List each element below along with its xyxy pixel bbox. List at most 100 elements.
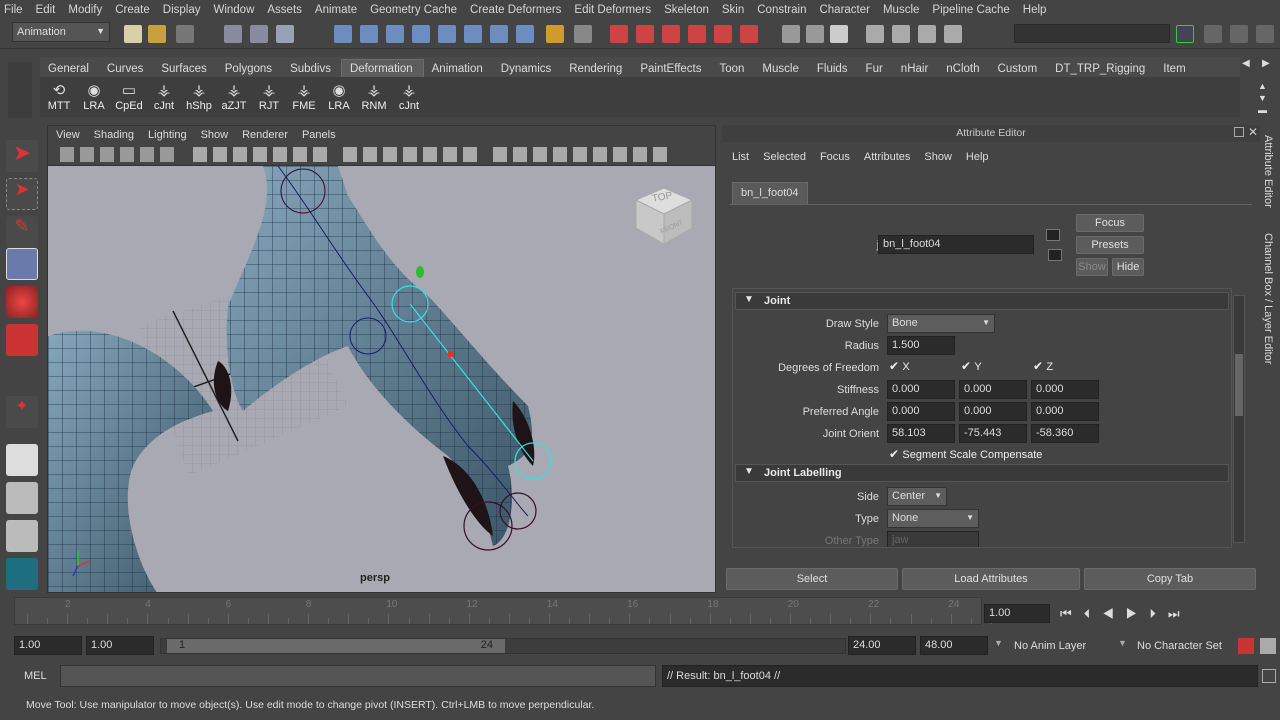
- chevron-left-icon[interactable]: ◀: [1242, 58, 1256, 74]
- ipr-icon[interactable]: [918, 25, 936, 43]
- toggle-sidebar-icon[interactable]: [1176, 25, 1194, 43]
- shelf-tab-curves[interactable]: Curves: [99, 60, 153, 77]
- scale-tool-icon[interactable]: [6, 324, 38, 356]
- select-component-icon[interactable]: [276, 25, 294, 43]
- playback-end-field[interactable]: 24.00: [848, 636, 916, 655]
- stiffness-z-field[interactable]: 0.000: [1031, 380, 1099, 399]
- attribute-editor-icon[interactable]: [1204, 25, 1222, 43]
- attribute-scroll-area[interactable]: ▼ Joint Draw Style Bone ▼ Radius 1.500 Deg…: [732, 288, 1232, 548]
- node-tab[interactable]: bn_l_foot04: [732, 182, 808, 204]
- joint-orient-z-field[interactable]: -58.360: [1031, 424, 1099, 443]
- preferences-icon[interactable]: [1260, 638, 1276, 654]
- snap-point-icon[interactable]: [386, 25, 404, 43]
- select-button[interactable]: Select: [726, 568, 898, 590]
- joint-labelling-section-header[interactable]: ▼ Joint Labelling: [735, 464, 1229, 482]
- show-button[interactable]: Show: [1076, 258, 1108, 276]
- playback-controls[interactable]: ⏮⏴◀▶⏵⏭: [1060, 606, 1276, 624]
- auto-key-icon[interactable]: [1238, 638, 1254, 654]
- playback-start-field[interactable]: 1.00: [86, 636, 154, 655]
- menu-set-dropdown[interactable]: Animation ▼: [12, 22, 110, 42]
- draw-style-dropdown[interactable]: Bone ▼: [887, 314, 995, 333]
- menu-edit[interactable]: Edit: [36, 4, 56, 16]
- shelf-button-rjt[interactable]: ⚶ RJT: [254, 82, 284, 116]
- select-tool-icon[interactable]: ➤: [6, 140, 38, 172]
- dof-z-checkbox[interactable]: ✔ Z: [1033, 359, 1053, 373]
- menu-create-deformers[interactable]: Create Deformers: [470, 4, 561, 16]
- menu-animate[interactable]: Animate: [315, 4, 357, 16]
- radius-field[interactable]: 1.500: [887, 336, 955, 355]
- character-set-dropdown[interactable]: No Character Set: [1137, 640, 1222, 652]
- ae-menu-show[interactable]: Show: [924, 151, 952, 163]
- script-editor-icon[interactable]: [1262, 669, 1276, 683]
- range-track[interactable]: 1 24: [160, 638, 846, 654]
- save-scene-icon[interactable]: [176, 25, 194, 43]
- shelf-button-fme[interactable]: ⚶ FME: [289, 82, 319, 116]
- move-manipulator[interactable]: [448, 351, 454, 357]
- viewport-panel[interactable]: View Shading Lighting Show Renderer Panels: [47, 125, 716, 593]
- shelf-tab-ncloth[interactable]: nCloth: [938, 60, 989, 77]
- shelf-button-cjnt[interactable]: ⚶ cJnt: [394, 82, 424, 116]
- viewport-menu-renderer[interactable]: Renderer: [242, 129, 288, 141]
- snap-magnet-icon[interactable]: [610, 25, 628, 43]
- menu-pipeline-cache[interactable]: Pipeline Cache: [932, 4, 1009, 16]
- chevron-down-icon[interactable]: ▼: [1118, 638, 1127, 648]
- rotate-tool-icon[interactable]: [6, 286, 38, 318]
- attribute-editor-side-tab[interactable]: Attribute Editor: [1262, 135, 1274, 208]
- single-pane-layout-icon[interactable]: [6, 444, 38, 476]
- manipulator-tool-icon[interactable]: ✦: [6, 396, 38, 428]
- render-icon[interactable]: [806, 25, 824, 43]
- viewport-menu-show[interactable]: Show: [201, 129, 229, 141]
- snap-magnet-icon[interactable]: [636, 25, 654, 43]
- shelf-tab-rendering[interactable]: Rendering: [561, 60, 632, 77]
- shading-mode-icons[interactable]: [343, 147, 483, 162]
- menu-file[interactable]: File: [4, 4, 23, 16]
- ae-menu-attributes[interactable]: Attributes: [864, 151, 910, 163]
- viewport-menu-lighting[interactable]: Lighting: [148, 129, 187, 141]
- attribute-scrollbar[interactable]: [1233, 295, 1245, 543]
- tool-settings-icon[interactable]: [1230, 25, 1248, 43]
- shelf-tab-subdivs[interactable]: Subdivs: [282, 60, 341, 77]
- segment-scale-checkbox[interactable]: ✔ Segment Scale Compensate: [889, 447, 1042, 461]
- paint-select-tool-icon[interactable]: ✎: [6, 216, 38, 248]
- stiffness-y-field[interactable]: 0.000: [959, 380, 1027, 399]
- menu-constrain[interactable]: Constrain: [757, 4, 806, 16]
- viewport-menu-shading[interactable]: Shading: [94, 129, 134, 141]
- history-icon[interactable]: [782, 25, 800, 43]
- side-dropdown[interactable]: Center ▼: [887, 487, 947, 506]
- pick-mask-icon[interactable]: [490, 25, 508, 43]
- chevron-down-icon[interactable]: ▼: [994, 638, 1003, 648]
- stiffness-x-field[interactable]: 0.000: [887, 380, 955, 399]
- shelf-button-lra[interactable]: ◉ LRA: [324, 82, 354, 116]
- preferred-z-field[interactable]: 0.000: [1031, 402, 1099, 421]
- lasso-tool-icon[interactable]: ➤: [6, 178, 38, 210]
- four-pane-layout-icon[interactable]: [6, 482, 38, 514]
- channel-box-icon[interactable]: [1256, 25, 1274, 43]
- camera-tools-icons[interactable]: [60, 147, 180, 162]
- range-handle[interactable]: 1 24: [167, 639, 505, 653]
- shelf-tab-deformation[interactable]: Deformation: [340, 59, 424, 77]
- ae-menu-list[interactable]: List: [732, 151, 749, 163]
- shelf-tab-general[interactable]: General: [40, 60, 99, 77]
- joint-section-header[interactable]: ▼ Joint: [735, 292, 1229, 310]
- joint-name-field[interactable]: bn_l_foot04: [878, 235, 1034, 254]
- menu-modify[interactable]: Modify: [68, 4, 102, 16]
- shelf-tab-dt-trp-rigging[interactable]: DT_TRP_Rigging: [1047, 60, 1155, 77]
- snap-magnet-icon[interactable]: [740, 25, 758, 43]
- shelf-button-rnm[interactable]: ⚶ RNM: [359, 82, 389, 116]
- render-view-icon[interactable]: [892, 25, 910, 43]
- menu-skin[interactable]: Skin: [722, 4, 744, 16]
- shelf-button-cped[interactable]: ▭ CpEd: [114, 82, 144, 116]
- copy-tab-button[interactable]: Copy Tab: [1084, 568, 1256, 590]
- shelf-tab-nhair[interactable]: nHair: [893, 60, 938, 77]
- input-connection-icon[interactable]: [1046, 229, 1060, 241]
- shelf-button-mtt[interactable]: ⟲ MTT: [44, 82, 74, 116]
- shelf-button-lra[interactable]: ◉ LRA: [79, 82, 109, 116]
- menu-muscle[interactable]: Muscle: [883, 4, 919, 16]
- hypergraph-layout-icon[interactable]: [6, 558, 38, 590]
- anim-layer-dropdown[interactable]: No Anim Layer: [1014, 640, 1086, 652]
- preferred-y-field[interactable]: 0.000: [959, 402, 1027, 421]
- ae-menu-focus[interactable]: Focus: [820, 151, 850, 163]
- menu-edit-deformers[interactable]: Edit Deformers: [574, 4, 651, 16]
- display-mode-icons[interactable]: [193, 147, 333, 162]
- menu-help[interactable]: Help: [1023, 4, 1047, 16]
